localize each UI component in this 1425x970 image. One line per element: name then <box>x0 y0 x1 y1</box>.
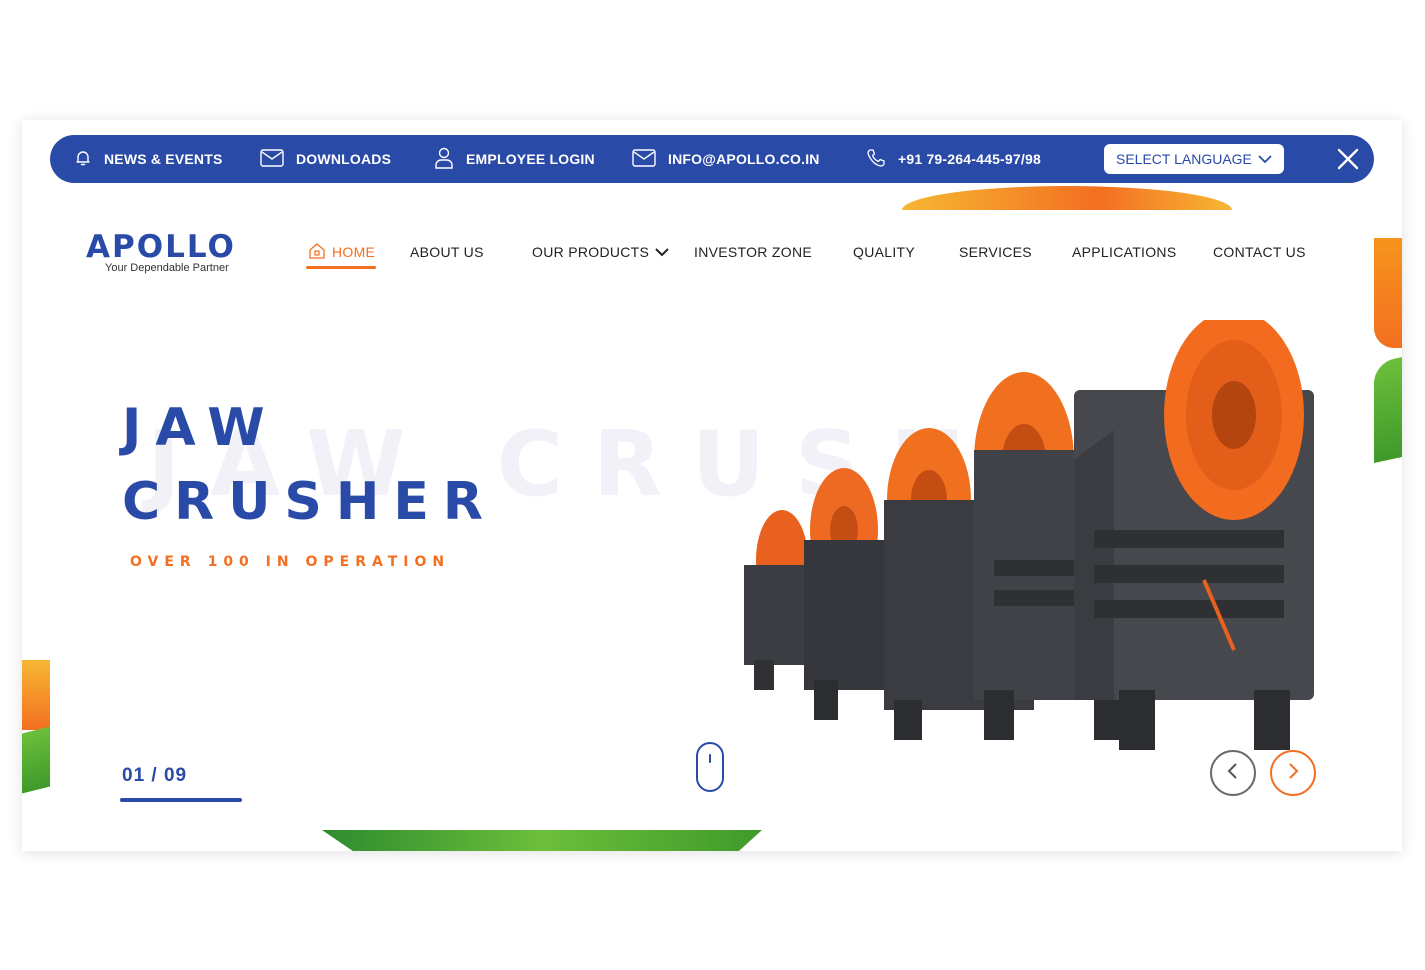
nav-applications[interactable]: APPLICATIONS <box>1072 240 1176 264</box>
phone-number: +91 79-264-445-97/98 <box>898 151 1041 167</box>
close-icon[interactable] <box>1336 147 1360 171</box>
page-frame: NEWS & EVENTS DOWNLOADS EMPLOYEE LOGIN I… <box>22 120 1402 851</box>
home-icon <box>308 242 326 263</box>
jaw-crusher-image <box>744 320 1314 750</box>
nav-products-label: OUR PRODUCTS <box>532 244 650 260</box>
news-events-label: NEWS & EVENTS <box>104 151 223 167</box>
nav-our-products[interactable]: OUR PRODUCTS <box>532 240 669 264</box>
decorative-ribbon-left-green <box>22 726 50 794</box>
employee-login-link[interactable]: EMPLOYEE LOGIN <box>434 135 595 183</box>
chevron-right-icon <box>1286 762 1300 785</box>
nav-contact-us[interactable]: CONTACT US <box>1213 240 1306 264</box>
decorative-ribbon-top <box>902 186 1232 210</box>
decorative-ribbon-bottom <box>322 830 762 851</box>
slide-prev-button[interactable] <box>1210 750 1256 796</box>
envelope-icon <box>260 148 296 170</box>
nav-home-label: HOME <box>332 244 376 260</box>
email-link[interactable]: INFO@APOLLO.CO.IN <box>632 135 820 183</box>
user-icon <box>434 147 466 172</box>
nav-services[interactable]: SERVICES <box>959 240 1032 264</box>
chevron-left-icon <box>1226 762 1240 785</box>
scroll-down-indicator[interactable] <box>696 742 724 792</box>
apollo-logo[interactable]: APOLLO Your Dependable Partner <box>86 230 256 274</box>
bell-icon <box>74 149 104 170</box>
decorative-ribbon-right-orange <box>1374 238 1402 348</box>
nav-about[interactable]: ABOUT US <box>410 240 484 264</box>
email-address: INFO@APOLLO.CO.IN <box>668 151 820 167</box>
downloads-link[interactable]: DOWNLOADS <box>260 135 391 183</box>
chevron-down-icon <box>1258 151 1272 167</box>
phone-link[interactable]: +91 79-264-445-97/98 <box>866 135 1041 183</box>
nav-active-indicator <box>306 266 376 269</box>
decorative-ribbon-right-green <box>1374 357 1402 463</box>
hero-title-line1: JAW <box>122 398 279 458</box>
employee-login-label: EMPLOYEE LOGIN <box>466 151 595 167</box>
phone-icon <box>866 148 898 171</box>
hero-subtitle: OVER 100 IN OPERATION <box>130 554 451 570</box>
logo-wordmark: APOLLO <box>86 229 236 265</box>
news-events-link[interactable]: NEWS & EVENTS <box>74 135 223 183</box>
language-select-label: SELECT LANGUAGE <box>1116 151 1252 167</box>
nav-home[interactable]: HOME <box>308 240 375 264</box>
downloads-label: DOWNLOADS <box>296 151 392 167</box>
hero-title-line2: CRUSHER <box>122 472 497 532</box>
language-select[interactable]: SELECT LANGUAGE <box>1104 144 1284 174</box>
slide-progress-bar <box>120 798 242 802</box>
top-utility-bar: NEWS & EVENTS DOWNLOADS EMPLOYEE LOGIN I… <box>50 135 1374 183</box>
slide-next-button[interactable] <box>1270 750 1316 796</box>
slide-counter: 01 / 09 <box>122 765 188 786</box>
chevron-down-icon <box>655 244 669 260</box>
envelope-icon <box>632 148 668 170</box>
nav-investor-zone[interactable]: INVESTOR ZONE <box>694 240 812 264</box>
decorative-ribbon-left-orange <box>22 660 50 730</box>
nav-quality[interactable]: QUALITY <box>853 240 915 264</box>
